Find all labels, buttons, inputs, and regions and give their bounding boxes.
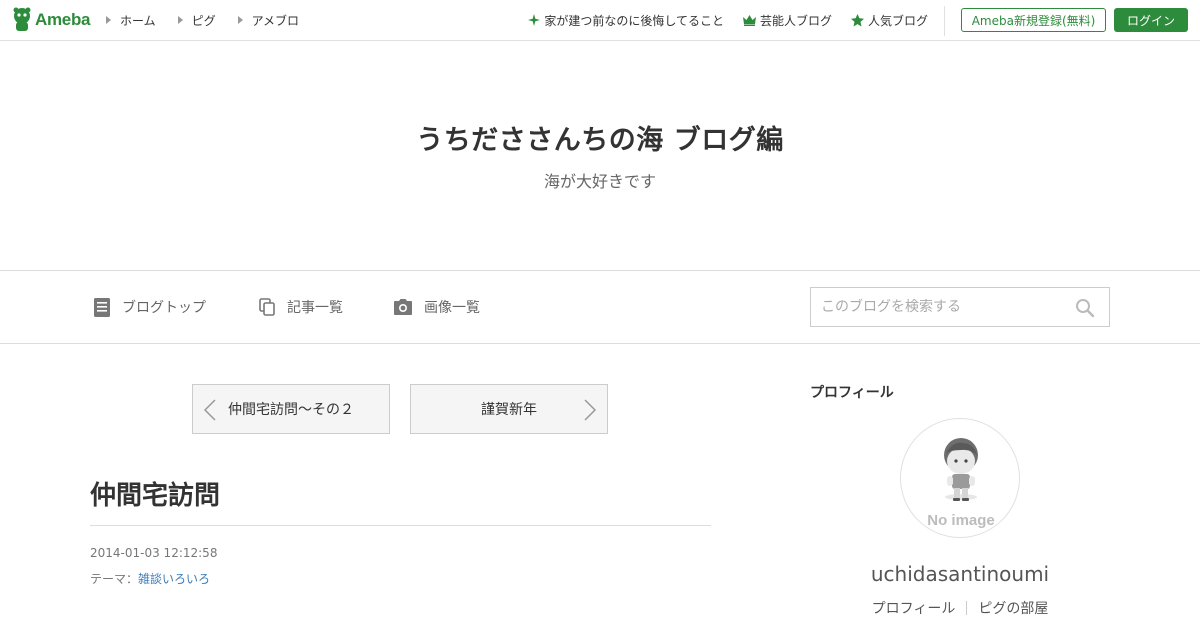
promo-link-celebrity[interactable]: 芸能人ブログ: [742, 12, 832, 29]
caret-right-icon: [177, 16, 183, 24]
promo-label: 家が建つ前なのに後悔してること: [544, 13, 724, 28]
caret-right-icon: [237, 16, 243, 24]
promo-nav: 家が建つ前なのに後悔してること 芸能人ブログ 人気ブログ: [509, 0, 928, 40]
blog-nav-label: ブログトップ: [122, 300, 206, 316]
blog-nav-entries[interactable]: 記事一覧: [259, 271, 343, 343]
blog-nav-images[interactable]: 画像一覧: [394, 271, 480, 343]
ameba-mascot-icon: [13, 7, 31, 31]
pigg-room-link[interactable]: ピグの部屋: [978, 598, 1048, 618]
blog-search: [810, 287, 1110, 327]
crown-icon: [742, 14, 756, 26]
avatar-caption: No image: [927, 512, 995, 529]
entry-theme-link[interactable]: 雑談いろいろ: [138, 572, 210, 586]
login-button[interactable]: ログイン: [1114, 8, 1188, 32]
entry-date: 2014-01-03 12:12:58: [90, 546, 218, 560]
next-entry-button[interactable]: 謹賀新年: [410, 384, 608, 434]
global-header: Ameba ホーム ピグ アメブロ 家が建つ前なのに後悔してること 芸能人ブログ…: [0, 0, 1200, 41]
camera-icon: [394, 299, 412, 315]
profile-link[interactable]: プロフィール: [872, 598, 956, 618]
promo-link-popular[interactable]: 人気ブログ: [850, 12, 928, 29]
no-image-avatar-icon: No image: [927, 438, 995, 529]
profile-heading: プロフィール: [810, 385, 894, 401]
blog-description: 海が大好きです: [543, 172, 656, 191]
profile-links-divider: [966, 601, 968, 615]
gnav-label: ホーム: [120, 13, 156, 28]
global-nav: ホーム ピグ アメブロ: [106, 0, 321, 40]
gnav-label: ピグ: [191, 13, 216, 28]
document-icon: [94, 297, 110, 317]
gnav-label: アメブロ: [251, 13, 300, 28]
entry-theme-prefix: テーマ：: [90, 572, 139, 586]
blog-search-input[interactable]: [811, 288, 1061, 326]
avatar[interactable]: No image: [900, 418, 1020, 538]
chevron-left-icon: [203, 399, 216, 421]
blog-nav: ブログトップ 記事一覧 画像一覧: [0, 270, 1200, 344]
chevron-right-icon: [584, 399, 597, 421]
profile-links: プロフィール ピグの部屋: [810, 598, 1110, 618]
entry-theme: テーマ：雑談いろいろ: [90, 570, 210, 587]
blog-nav-top[interactable]: ブログトップ: [94, 271, 206, 343]
blog-title[interactable]: うちだささんちの海 ブログ編: [0, 118, 1200, 157]
promo-link-house[interactable]: 家が建つ前なのに後悔してること: [528, 12, 724, 29]
prev-entry-label: 仲間宅訪問～その２: [228, 402, 354, 418]
blog-nav-label: 記事一覧: [287, 300, 343, 316]
profile-username[interactable]: uchidasantinoumi: [810, 562, 1110, 586]
blog-nav-label: 画像一覧: [424, 300, 480, 316]
logo-text: Ameba: [35, 10, 91, 29]
gnav-item-ameblo[interactable]: アメブロ: [237, 12, 300, 29]
promo-label: 人気ブログ: [867, 13, 928, 28]
header-divider: [944, 6, 945, 36]
gnav-item-pigg[interactable]: ピグ: [177, 12, 216, 29]
caret-right-icon: [106, 16, 111, 24]
register-button[interactable]: Ameba新規登録(無料): [961, 8, 1106, 32]
star-icon: [850, 13, 864, 26]
promo-label: 芸能人ブログ: [759, 13, 832, 28]
next-entry-label: 謹賀新年: [481, 402, 537, 418]
gnav-item-home[interactable]: ホーム: [106, 12, 156, 29]
copy-icon: [259, 298, 275, 316]
ameba-logo[interactable]: Ameba: [12, 7, 90, 33]
entry-divider: [90, 525, 711, 526]
sparkle-icon: [528, 14, 541, 26]
entry-title[interactable]: 仲間宅訪問: [90, 475, 220, 512]
prev-entry-button[interactable]: 仲間宅訪問～その２: [192, 384, 390, 434]
search-icon[interactable]: [1075, 298, 1095, 318]
